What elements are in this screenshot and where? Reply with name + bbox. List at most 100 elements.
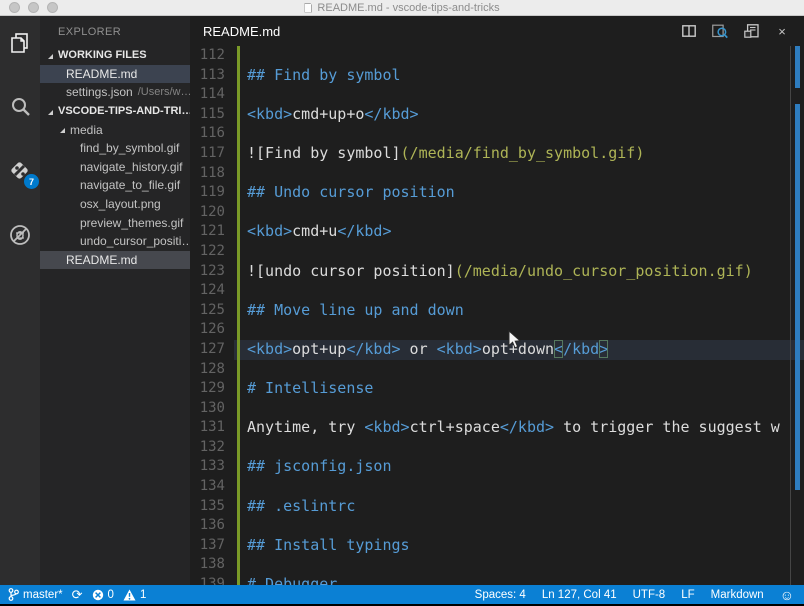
item-label: navigate_to_file.gif	[80, 178, 180, 192]
sidebar-item[interactable]: navigate_to_file.gif	[40, 176, 190, 195]
code-line[interactable]: 133## jsconfig.json	[190, 457, 804, 477]
item-label: VSCODE-TIPS-AND-TRI…	[58, 105, 190, 117]
code-line[interactable]: 135## .eslintrc	[190, 497, 804, 517]
line-number: 114	[190, 85, 234, 105]
editor-lines: 112113## Find by symbol114115<kbd>cmd+up…	[190, 46, 804, 585]
code-line[interactable]: 134	[190, 477, 804, 497]
split-editor-icon[interactable]	[681, 23, 697, 39]
line-content: ![Find by symbol](/media/find_by_symbol.…	[234, 144, 804, 164]
git-icon[interactable]: 7	[7, 158, 33, 184]
sidebar-item[interactable]: preview_themes.gif	[40, 213, 190, 232]
warnings-item[interactable]: 1	[123, 589, 146, 601]
item-label: settings.json	[66, 85, 133, 99]
line-content	[234, 399, 804, 419]
code-line[interactable]: 127<kbd>opt+up</kbd> or <kbd>opt+down</k…	[190, 340, 804, 360]
code-line[interactable]: 117![Find by symbol](/media/find_by_symb…	[190, 144, 804, 164]
editor-tabbar: README.md	[190, 16, 804, 46]
code-line[interactable]: 129# Intellisense	[190, 379, 804, 399]
sidebar-item[interactable]: navigate_history.gif	[40, 158, 190, 177]
code-line[interactable]: 139# Debugger	[190, 575, 804, 585]
explorer-icon[interactable]	[7, 30, 33, 56]
sidebar-section-header[interactable]: VSCODE-TIPS-AND-TRI…	[40, 102, 190, 121]
editor-group: README.md	[190, 16, 804, 585]
feedback-smiley-icon[interactable]: ☺	[780, 587, 794, 603]
line-number: 126	[190, 320, 234, 340]
status-left: master* ⟳ 0 1	[0, 587, 146, 603]
overview-mark	[795, 104, 800, 490]
cursor-position-item[interactable]: Ln 127, Col 41	[542, 589, 617, 601]
error-icon	[92, 589, 104, 601]
line-number: 123	[190, 262, 234, 282]
item-label: osx_layout.png	[80, 197, 161, 211]
line-number: 113	[190, 66, 234, 86]
code-line[interactable]: 137## Install typings	[190, 536, 804, 556]
sync-icon: ⟳	[72, 587, 83, 603]
code-line[interactable]: 115<kbd>cmd+up+o</kbd>	[190, 105, 804, 125]
sidebar-item[interactable]: undo_cursor_positi…	[40, 232, 190, 251]
line-number: 120	[190, 203, 234, 223]
line-number: 122	[190, 242, 234, 262]
sidebar-item[interactable]: osx_layout.png	[40, 195, 190, 214]
line-number: 125	[190, 301, 234, 321]
code-line[interactable]: 122	[190, 242, 804, 262]
code-line[interactable]: 136	[190, 516, 804, 536]
code-line[interactable]: 138	[190, 555, 804, 575]
tab-readme[interactable]: README.md	[203, 24, 280, 39]
code-line[interactable]: 116	[190, 124, 804, 144]
eol-item[interactable]: LF	[681, 589, 694, 601]
sidebar-item[interactable]: README.md	[40, 251, 190, 270]
code-line[interactable]: 119## Undo cursor position	[190, 183, 804, 203]
git-modified-gutter	[237, 46, 240, 585]
line-number: 138	[190, 555, 234, 575]
line-number: 131	[190, 418, 234, 438]
sync-button[interactable]: ⟳	[72, 587, 83, 603]
sidebar-item[interactable]: README.md	[40, 65, 190, 84]
item-label: undo_cursor_positi…	[80, 234, 190, 248]
code-line[interactable]: 113## Find by symbol	[190, 66, 804, 86]
sidebar-section-header[interactable]: WORKING FILES	[40, 46, 190, 65]
code-line[interactable]: 124	[190, 281, 804, 301]
indentation-item[interactable]: Spaces: 4	[475, 589, 526, 601]
encoding-item[interactable]: UTF-8	[633, 589, 666, 601]
window-title-area: README.md - vscode-tips-and-tricks	[0, 2, 804, 14]
code-line[interactable]: 126	[190, 320, 804, 340]
editor-body[interactable]: 112113## Find by symbol114115<kbd>cmd+up…	[190, 46, 804, 585]
line-content	[234, 203, 804, 223]
errors-item[interactable]: 0	[92, 589, 114, 601]
code-line[interactable]: 114	[190, 85, 804, 105]
open-changes-icon[interactable]	[743, 23, 759, 39]
overview-ruler[interactable]	[795, 46, 800, 585]
line-content: ## .eslintrc	[234, 497, 804, 517]
line-content	[234, 164, 804, 184]
close-editor-icon[interactable]: ×	[774, 23, 790, 39]
line-number: 132	[190, 438, 234, 458]
sidebar-item[interactable]: media	[40, 120, 190, 139]
line-content	[234, 320, 804, 340]
warning-icon	[123, 589, 136, 601]
code-line[interactable]: 131Anytime, try <kbd>ctrl+space</kbd> to…	[190, 418, 804, 438]
sidebar-item[interactable]: settings.json/Users/w…	[40, 83, 190, 102]
code-line[interactable]: 120	[190, 203, 804, 223]
code-line[interactable]: 112	[190, 46, 804, 66]
code-line[interactable]: 132	[190, 438, 804, 458]
line-content	[234, 242, 804, 262]
git-branch-item[interactable]: master*	[8, 588, 63, 601]
branch-label: master*	[23, 589, 63, 601]
code-line[interactable]: 118	[190, 164, 804, 184]
language-mode-item[interactable]: Markdown	[711, 589, 764, 601]
editor-actions: ×	[681, 23, 790, 39]
sidebar-item[interactable]: find_by_symbol.gif	[40, 139, 190, 158]
debug-disabled-icon[interactable]	[7, 222, 33, 248]
code-line[interactable]: 121<kbd>cmd+u</kbd>	[190, 222, 804, 242]
open-preview-icon[interactable]	[712, 23, 728, 39]
code-line[interactable]: 130	[190, 399, 804, 419]
line-content: ## Move line up and down	[234, 301, 804, 321]
line-content: <kbd>opt+up</kbd> or <kbd>opt+down</kbd>	[234, 340, 804, 360]
line-content: ## Undo cursor position	[234, 183, 804, 203]
line-content	[234, 46, 804, 66]
code-line[interactable]: 125## Move line up and down	[190, 301, 804, 321]
code-line[interactable]: 128	[190, 360, 804, 380]
search-icon[interactable]	[7, 94, 33, 120]
warnings-count: 1	[140, 589, 146, 601]
code-line[interactable]: 123![undo cursor position](/media/undo_c…	[190, 262, 804, 282]
